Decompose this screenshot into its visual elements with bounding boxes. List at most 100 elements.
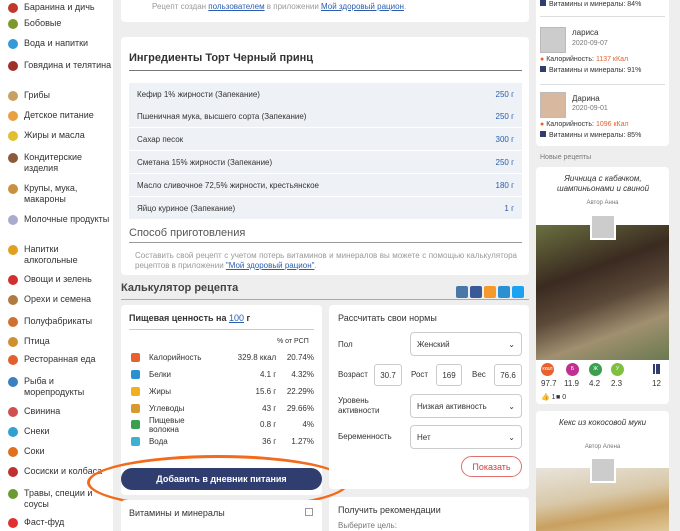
nutrition-row: Калорийность 329.8 ккал 20.74% xyxy=(129,349,314,366)
nutrient-percent: 20.74% xyxy=(286,353,314,362)
chevron-down-icon: ⌄ xyxy=(508,401,515,411)
author-avatar xyxy=(590,214,616,240)
mailru-share-icon[interactable] xyxy=(498,286,510,298)
user-vitamins: Витамины и минералы: 91% xyxy=(540,66,641,76)
author-link[interactable]: пользователем xyxy=(208,2,264,11)
drink-icon xyxy=(8,39,18,49)
wine-icon xyxy=(8,245,18,255)
sausage-icon xyxy=(8,467,18,477)
sidebar-item[interactable]: Свинина xyxy=(8,406,113,417)
weight-input[interactable]: 76.6 xyxy=(494,364,522,386)
twitter-share-icon[interactable] xyxy=(512,286,524,298)
sidebar-item[interactable]: Баранина и дичь xyxy=(8,2,113,13)
ingredient-name: Кефир 1% жирности (Запекание) xyxy=(137,89,260,99)
activity-select[interactable]: Низкая активность ⌄ xyxy=(410,394,522,418)
user-date: 2020-09-07 xyxy=(572,40,608,47)
sidebar-item[interactable]: Жиры и масла xyxy=(8,130,113,141)
sex-select[interactable]: Женский ⌄ xyxy=(410,332,522,356)
user-name[interactable]: Дарина xyxy=(572,94,600,104)
ingredient-amount: 300 г xyxy=(495,134,515,144)
user-vitamins: Витамины и минералы: 85% xyxy=(540,131,641,141)
sidebar-item[interactable]: Снеки xyxy=(8,426,113,437)
weight-label: Вес xyxy=(472,370,486,379)
app-link[interactable]: Мой здоровый рацион xyxy=(321,2,404,11)
height-input[interactable]: 169 xyxy=(436,364,462,386)
protein-badge: Б xyxy=(566,363,579,376)
nutrient-name: Жиры xyxy=(148,387,172,396)
sidebar-item[interactable]: Рыба и морепродукты xyxy=(8,376,113,398)
nutrient-name: Углеводы xyxy=(148,404,185,413)
sidebar-item[interactable]: Крупы, мука, макароны xyxy=(8,183,113,205)
new-recipes-title: Новые рецепты xyxy=(540,154,592,161)
recipe-info-text: Рецепт создан пользователем в приложении… xyxy=(152,2,407,11)
sidebar-item-label: Кондитерские изделия xyxy=(24,152,82,173)
recipe-author: Автор Анна xyxy=(586,200,619,206)
odnoklassniki-share-icon[interactable] xyxy=(484,286,496,298)
nutrient-name: Белки xyxy=(148,370,172,379)
sidebar-item-label: Говядина и телятина xyxy=(24,60,112,70)
sidebar-item[interactable]: Грибы xyxy=(8,90,113,101)
user-calories: ● Калорийность: 1096 кКал xyxy=(540,121,629,128)
likes[interactable]: 👍 1 xyxy=(541,393,556,403)
age-input[interactable]: 30.7 xyxy=(374,364,402,386)
sidebar-item-label: Снеки xyxy=(24,426,50,436)
comments[interactable]: ■ 0 xyxy=(556,393,566,403)
vegetable-icon xyxy=(8,275,18,285)
ingredient-row: Сметана 15% жирности (Запекание) 250 г xyxy=(129,151,522,173)
ingredient-row: Пшеничная мука, высшего сорта (Запекание… xyxy=(129,105,522,127)
facebook-share-icon[interactable] xyxy=(470,286,482,298)
sidebar-item[interactable]: Детское питание xyxy=(8,110,113,121)
avatar[interactable] xyxy=(540,27,566,53)
sidebar-item[interactable]: Овощи и зелень xyxy=(8,274,113,285)
sidebar-item-label: Рыба и морепродукты xyxy=(24,376,85,397)
sidebar-item[interactable]: Ресторанная еда xyxy=(8,354,113,365)
show-button[interactable]: Показать xyxy=(461,456,522,477)
sidebar-item-label: Фаст-фуд xyxy=(24,517,65,527)
sidebar-item-label: Напитки алкогольные xyxy=(24,244,78,265)
nutrient-value: 0.8 г xyxy=(259,420,277,429)
sidebar-item[interactable]: Полуфабрикаты xyxy=(8,316,113,327)
juice-icon xyxy=(8,447,18,457)
author-avatar xyxy=(590,457,616,483)
water-icon xyxy=(131,437,140,446)
grid-icon[interactable] xyxy=(305,508,313,516)
beef-icon xyxy=(8,61,18,71)
recipe-photo[interactable] xyxy=(536,225,669,360)
recipe-title[interactable]: Кекс из кокосовой муки xyxy=(540,418,665,428)
pregnancy-select[interactable]: Нет ⌄ xyxy=(410,425,522,449)
ingredient-amount: 250 г xyxy=(495,111,515,121)
avatar[interactable] xyxy=(540,92,566,118)
snack-icon xyxy=(8,427,18,437)
grain-icon xyxy=(8,184,18,194)
user-name[interactable]: лариса xyxy=(572,28,598,38)
sidebar-item-label: Овощи и зелень xyxy=(24,274,92,284)
sidebar-item[interactable]: Соки xyxy=(8,446,113,457)
sidebar-item[interactable]: Вода и напитки xyxy=(8,38,113,49)
sidebar-item[interactable]: Говядина и телятина xyxy=(8,60,113,71)
sidebar-item-label: Свинина xyxy=(24,406,61,416)
ingredient-amount: 180 г xyxy=(495,180,515,190)
vk-share-icon[interactable] xyxy=(456,286,468,298)
user-divider xyxy=(540,84,665,85)
stat-protein: 11.9 xyxy=(564,379,579,388)
sidebar-item-label: Жиры и масла xyxy=(24,130,85,140)
prep-app-link[interactable]: "Мой здоровый рацион" xyxy=(226,261,315,270)
portion-link[interactable]: 100 xyxy=(229,313,244,323)
nutrient-name: Вода xyxy=(148,437,168,446)
pregnancy-label: Беременность xyxy=(338,432,392,441)
sidebar-item-label: Вода и напитки xyxy=(24,38,89,48)
recipe-title[interactable]: Яичница с кабачком, шампиньонами и свино… xyxy=(545,174,661,194)
ingredient-name: Пшеничная мука, высшего сорта (Запекание… xyxy=(137,111,307,121)
sidebar-item[interactable]: Орехи и семена xyxy=(8,294,113,305)
fat-badge: Ж xyxy=(589,363,602,376)
sidebar-item[interactable]: Бобовые xyxy=(8,18,113,29)
sidebar-item[interactable]: Кондитерские изделия xyxy=(8,152,113,174)
sidebar-item[interactable]: Фаст-фуд xyxy=(8,517,113,528)
sidebar-item[interactable]: Птица xyxy=(8,336,113,347)
sidebar-item[interactable]: Молочные продукты xyxy=(8,214,113,225)
carbs-icon xyxy=(131,404,140,413)
sidebar-item[interactable]: Напитки алкогольные xyxy=(8,244,113,266)
ingredients-divider xyxy=(129,70,522,71)
ingredient-name: Яйцо куриное (Запекание) xyxy=(137,203,236,213)
vitamins-icon xyxy=(540,0,546,6)
